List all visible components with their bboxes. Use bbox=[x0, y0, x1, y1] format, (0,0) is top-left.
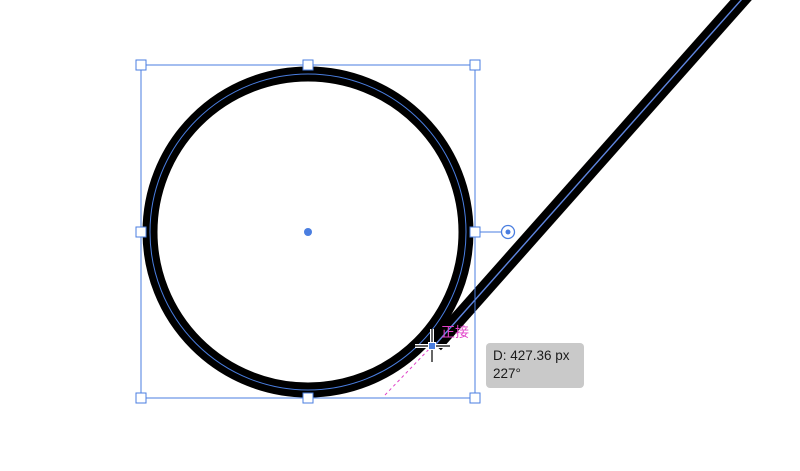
handle-top-middle[interactable] bbox=[302, 59, 314, 71]
artwork-svg[interactable] bbox=[0, 0, 800, 471]
handle-bottom-left[interactable] bbox=[135, 392, 147, 404]
handle-top-left[interactable] bbox=[135, 59, 147, 71]
handle-middle-right[interactable] bbox=[469, 226, 481, 238]
smart-guide-label: 正接 bbox=[441, 325, 469, 341]
handle-bottom-middle[interactable] bbox=[302, 392, 314, 404]
handle-middle-left[interactable] bbox=[135, 226, 147, 238]
line-stroke[interactable] bbox=[429, 0, 752, 351]
distance-readout: D: 427.36 px bbox=[493, 348, 570, 363]
handle-bottom-right[interactable] bbox=[469, 392, 481, 404]
artboard-canvas[interactable]: 正接 D: 427.36 px 227° bbox=[0, 0, 800, 471]
measure-tooltip: D: 427.36 px 227° bbox=[486, 343, 584, 388]
handle-top-right[interactable] bbox=[469, 59, 481, 71]
angle-readout: 227° bbox=[493, 366, 521, 381]
rotate-handle-icon[interactable] bbox=[480, 224, 516, 240]
center-point-icon bbox=[304, 228, 312, 236]
